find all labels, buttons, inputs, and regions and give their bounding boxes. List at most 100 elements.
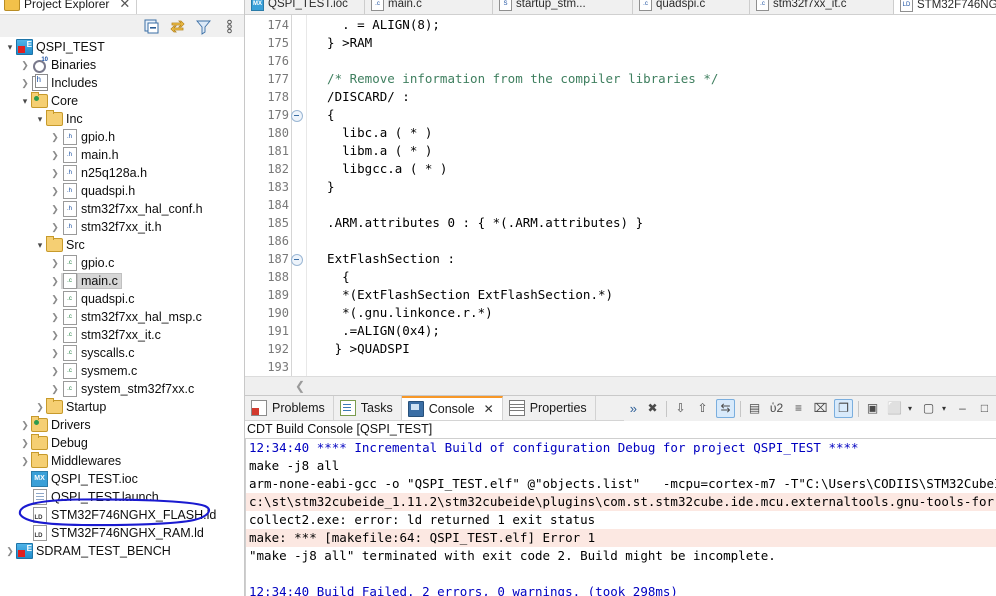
scroll-up-icon[interactable]: ⇧ xyxy=(694,400,711,417)
code-line[interactable]: } >QUADSPI xyxy=(307,340,996,358)
code-line[interactable]: ExtFlashSection : xyxy=(307,250,996,268)
editor-tab-stm32f746ngh-[interactable]: LDSTM32F746NGH...✕ xyxy=(894,0,996,14)
tree-item-includes[interactable]: ❯ Includes xyxy=(0,73,244,92)
tree-item-stm32f7xx-hal-msp-c[interactable]: ❯ .c stm32f7xx_hal_msp.c xyxy=(0,308,244,326)
tree-item-debug[interactable]: ❯ Debug xyxy=(0,434,244,452)
save-console-icon[interactable]: ▤ xyxy=(746,400,763,417)
chevron-right-icon[interactable]: ❯ xyxy=(49,312,61,322)
console-tab-properties[interactable]: Properties xyxy=(502,396,596,421)
show-console-icon[interactable]: ❐ xyxy=(834,399,853,418)
chevron-right-icon[interactable]: ❯ xyxy=(49,222,61,232)
code-line[interactable]: /DISCARD/ : xyxy=(307,88,996,106)
tree-item-system-stm32f7xx-c[interactable]: ❯ .c system_stm32f7xx.c xyxy=(0,380,244,398)
tree-item-gpio-h[interactable]: ❯ .h gpio.h xyxy=(0,128,244,146)
close-icon[interactable]: ✕ xyxy=(484,402,494,416)
chevron-right-icon[interactable]: ❯ xyxy=(49,330,61,340)
tree-item-gpio-c[interactable]: ❯ .c gpio.c xyxy=(0,254,244,272)
editor-tab-startup-stm-[interactable]: Sstartup_stm... xyxy=(493,0,633,14)
code-line[interactable] xyxy=(307,232,996,250)
folding-margin[interactable] xyxy=(292,15,307,376)
code-text[interactable]: . = ALIGN(8); } >RAM /* Remove informati… xyxy=(307,15,996,376)
code-line[interactable]: .ARM.attributes 0 : { *(.ARM.attributes)… xyxy=(307,214,996,232)
code-line[interactable]: *(ExtFlashSection ExtFlashSection.*) xyxy=(307,286,996,304)
tree-item-syscalls-c[interactable]: ❯ .c syscalls.c xyxy=(0,344,244,362)
tab-project-explorer[interactable]: Project Explorer ✕ xyxy=(0,0,138,14)
chevron-down-icon[interactable]: ▾ xyxy=(19,96,31,106)
chevron-right-icon[interactable]: ❯ xyxy=(49,348,61,358)
code-line[interactable] xyxy=(307,196,996,214)
tree-item-qspi-test[interactable]: ▾ QSPI_TEST xyxy=(0,38,244,56)
tree-item-qspi-test-launch[interactable]: QSPI_TEST.launch xyxy=(0,488,244,506)
code-line[interactable]: .=ALIGN(0x4); xyxy=(307,322,996,340)
code-line[interactable]: libm.a ( * ) xyxy=(307,142,996,160)
tree-item-main-h[interactable]: ❯ .h main.h xyxy=(0,146,244,164)
chevron-right-icon[interactable]: ❯ xyxy=(49,186,61,196)
code-line[interactable]: libgcc.a ( * ) xyxy=(307,160,996,178)
tree-item-qspi-test-ioc[interactable]: MX QSPI_TEST.ioc xyxy=(0,470,244,488)
open-console-caret[interactable]: ▾ xyxy=(942,404,949,413)
tree-item-sysmem-c[interactable]: ❯ .c sysmem.c xyxy=(0,362,244,380)
scroll-left-arrow-icon[interactable]: ❮ xyxy=(295,379,305,393)
code-line[interactable]: { xyxy=(307,268,996,286)
code-line[interactable] xyxy=(307,358,996,376)
tree-item-sdram-test-bench[interactable]: ❯ SDRAM_TEST_BENCH xyxy=(0,542,244,560)
code-line[interactable]: /* Remove information from the compiler … xyxy=(307,70,996,88)
chevron-right-icon[interactable]: ❯ xyxy=(19,438,31,448)
code-line[interactable]: } >RAM xyxy=(307,34,996,52)
tree-item-core[interactable]: ▾ Core xyxy=(0,92,244,110)
pin-view-icon[interactable]: ▣ xyxy=(864,400,881,417)
tree-item-src[interactable]: ▾ Src xyxy=(0,236,244,254)
tree-item-stm32f7xx-hal-conf-h[interactable]: ❯ .h stm32f7xx_hal_conf.h xyxy=(0,200,244,218)
chevron-right-icon[interactable]: ❯ xyxy=(19,456,31,466)
editor-tab-stm32f7xx-it-c[interactable]: .c stm32f7xx_it.c xyxy=(750,0,894,14)
code-line[interactable]: } xyxy=(307,178,996,196)
lock-console-icon[interactable]: ὑ2 xyxy=(768,400,785,417)
code-line[interactable]: *(.gnu.linkonce.r.*) xyxy=(307,304,996,322)
scroll-lock-down-icon[interactable]: ⇩ xyxy=(672,400,689,417)
editor-tab-quadspi-c[interactable]: .c quadspi.c xyxy=(633,0,750,14)
chevron-down-icon[interactable]: ▾ xyxy=(34,240,46,250)
wrap-lines-icon[interactable]: ≡ xyxy=(790,400,807,417)
display-selected-console-icon[interactable]: ⬜ xyxy=(886,400,903,417)
tree-item-middlewares[interactable]: ❯ Middlewares xyxy=(0,452,244,470)
tree-item-stm32f7xx-it-h[interactable]: ❯ .h stm32f7xx_it.h xyxy=(0,218,244,236)
chevron-right-icon[interactable]: ❯ xyxy=(4,546,16,556)
editor-horizontal-scrollbar[interactable]: ❮ xyxy=(245,376,996,395)
clear-console-icon[interactable]: ⌧ xyxy=(812,400,829,417)
chevron-right-icon[interactable]: ❯ xyxy=(49,276,61,286)
fold-collapse-icon[interactable] xyxy=(291,254,303,266)
chevron-right-icon[interactable]: ❯ xyxy=(49,132,61,142)
editor-tabbar[interactable]: MX QSPI_TEST.ioc .c main.c Sstartup_stm... .c… xyxy=(245,0,996,15)
chevron-right-icon[interactable]: ❯ xyxy=(34,402,46,412)
editor-tab-main-c[interactable]: .c main.c xyxy=(365,0,493,14)
code-line[interactable]: { xyxy=(307,106,996,124)
open-console-icon[interactable]: ▢ xyxy=(920,400,937,417)
tree-item-quadspi-h[interactable]: ❯ .h quadspi.h xyxy=(0,182,244,200)
chevron-right-icon[interactable]: ❯ xyxy=(19,78,31,88)
tree-item-binaries[interactable]: ❯ Binaries xyxy=(0,56,244,74)
tab-overflow-icon[interactable]: » xyxy=(630,401,637,416)
project-tree[interactable]: ▾QSPI_TEST❯Binaries❯Includes▾Core▾Inc❯.h… xyxy=(0,37,244,596)
link-with-editor-icon[interactable] xyxy=(169,18,186,35)
source-editor[interactable]: 174 175 176 177 178 179 180 181 182 183 184 185 186 1… xyxy=(245,15,996,395)
minimize-icon[interactable]: – xyxy=(954,400,971,417)
chevron-right-icon[interactable]: ❯ xyxy=(49,294,61,304)
close-icon[interactable]: ✕ xyxy=(119,0,130,12)
view-menu-icon[interactable] xyxy=(221,18,238,35)
console-tab-problems[interactable]: Problems xyxy=(245,396,334,421)
tree-item-stm32f7xx-it-c[interactable]: ❯ .c stm32f7xx_it.c xyxy=(0,326,244,344)
terminate-icon[interactable]: ✖ xyxy=(644,400,661,417)
tree-item-inc[interactable]: ▾ Inc xyxy=(0,110,244,128)
console-tab-tasks[interactable]: Tasks xyxy=(333,396,402,421)
collapse-all-icon[interactable] xyxy=(143,18,160,35)
code-line[interactable] xyxy=(307,52,996,70)
chevron-right-icon[interactable]: ❯ xyxy=(49,384,61,394)
tree-item-main-c[interactable]: ❯ .c main.c xyxy=(0,272,244,290)
console-output[interactable]: 12:34:40 **** Incremental Build of confi… xyxy=(245,438,996,596)
chevron-right-icon[interactable]: ❯ xyxy=(49,258,61,268)
chevron-down-icon[interactable]: ▾ xyxy=(4,42,16,52)
fold-collapse-icon[interactable] xyxy=(291,110,303,122)
chevron-right-icon[interactable]: ❯ xyxy=(49,366,61,376)
tree-item-stm32f746nghx-ram-ld[interactable]: LD STM32F746NGHX_RAM.ld xyxy=(0,524,244,542)
console-tabbar[interactable]: Problems Tasks Console ✕ Properties » ✖ ⇩ ⇧ ⇆ ▤ ὑ2 ≡… xyxy=(245,396,996,422)
